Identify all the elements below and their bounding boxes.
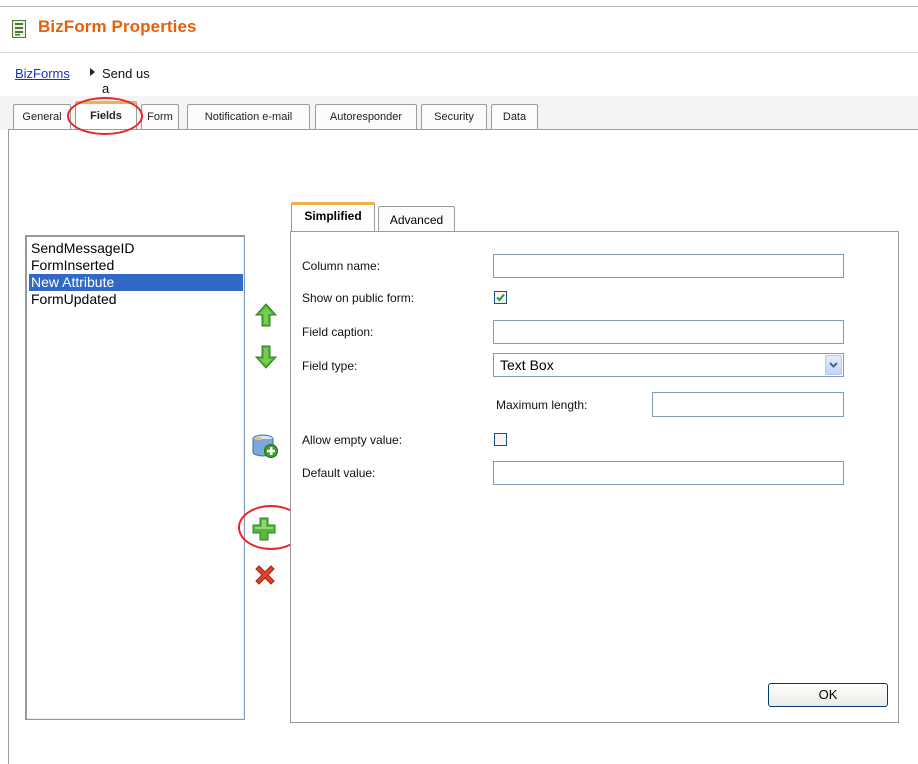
list-item[interactable]: SendMessageID [29,240,243,257]
content-border [8,130,9,764]
fields-tab-highlight [67,97,143,135]
form-document-icon [12,20,26,38]
allow-empty-label: Allow empty value: [302,433,403,447]
top-border [0,6,918,7]
red-x-icon[interactable] [253,563,277,587]
subtab-advanced[interactable]: Advanced [378,206,455,233]
page-title: BizForm Properties [38,17,197,36]
green-up-arrow-icon[interactable] [255,303,277,327]
show-public-checkbox[interactable] [494,291,507,304]
dropdown-button[interactable] [825,355,842,375]
show-public-label: Show on public form: [302,291,415,305]
field-type-label: Field type: [302,359,358,373]
green-down-arrow-icon[interactable] [255,345,277,369]
tab-data[interactable]: Data [491,104,538,129]
chevron-down-icon [829,362,838,368]
field-caption-input[interactable] [493,320,844,344]
field-list[interactable]: SendMessageID FormInserted New Attribute… [25,235,245,720]
breadcrumb-bizforms-link[interactable]: BizForms [15,66,70,81]
database-add-icon[interactable] [251,433,279,459]
field-caption-label: Field caption: [302,325,374,339]
checkmark-icon [496,293,505,302]
tab-bar-baseline [8,129,918,130]
tab-security[interactable]: Security [421,104,487,129]
tab-autoresponder[interactable]: Autoresponder [315,104,417,129]
list-item[interactable]: FormUpdated [29,291,243,308]
default-value-label: Default value: [302,466,376,480]
tab-notification-email[interactable]: Notification e-mail [187,104,310,129]
tab-form[interactable]: Form [141,104,179,129]
max-length-label: Maximum length: [496,398,588,412]
column-name-input[interactable] [493,254,844,278]
tab-general[interactable]: General [13,104,71,129]
allow-empty-checkbox[interactable] [494,433,507,446]
header-divider [0,52,918,53]
subtab-simplified[interactable]: Simplified [291,202,375,233]
ok-button[interactable]: OK [768,683,888,707]
field-type-select[interactable]: Text Box [493,353,844,377]
field-type-value: Text Box [500,357,554,373]
list-item-selected[interactable]: New Attribute [29,274,243,291]
list-item[interactable]: FormInserted [29,257,243,274]
breadcrumb-arrow-icon [90,68,95,76]
column-name-label: Column name: [302,259,381,273]
default-value-input[interactable] [493,461,844,485]
max-length-input[interactable] [652,392,844,417]
